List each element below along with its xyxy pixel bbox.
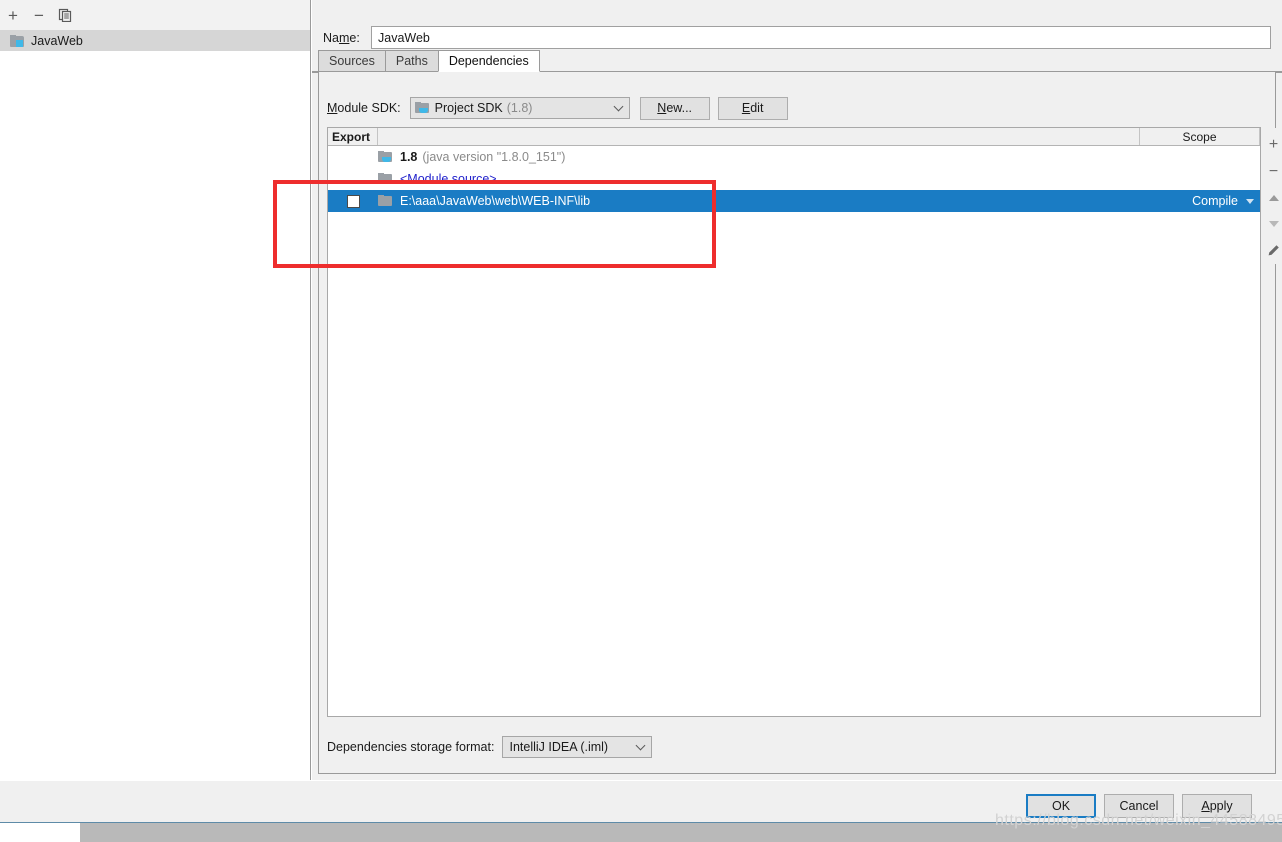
scope-value: Compile xyxy=(1192,194,1238,208)
export-checkbox[interactable] xyxy=(346,194,360,208)
modules-toolbar: + − xyxy=(0,0,310,30)
edit-dependency-button[interactable] xyxy=(1265,238,1282,264)
tab-sources[interactable]: Sources xyxy=(318,50,386,72)
modules-list: JavaWeb xyxy=(0,30,310,51)
pencil-icon xyxy=(1268,245,1279,256)
tab-dependencies[interactable]: Dependencies xyxy=(437,50,540,72)
module-name-input[interactable] xyxy=(371,26,1271,49)
dependency-name: <Module source> xyxy=(400,172,497,186)
dependency-name: 1.8 xyxy=(400,150,418,164)
new-sdk-button[interactable]: New... xyxy=(639,96,710,120)
dependencies-tab-content: Module SDK: Project SDK (1.8) New... Edi… xyxy=(318,72,1276,774)
table-row[interactable]: 1.8 (java version "1.8.0_151") xyxy=(328,146,1260,168)
dependency-name-cell: E:\aaa\JavaWeb\web\WEB-INF\lib xyxy=(378,194,1130,208)
column-header-name[interactable] xyxy=(378,128,1140,145)
tab-paths[interactable]: Paths xyxy=(384,50,439,72)
tabs-right-spacer xyxy=(538,50,1282,72)
sdk-folder-icon xyxy=(378,151,393,163)
add-module-button[interactable]: + xyxy=(0,2,26,28)
project-structure-dialog: + − JavaWeb Name: JavaWeb Sources Paths … xyxy=(0,0,1282,842)
sdk-folder-icon xyxy=(414,102,430,114)
table-row[interactable]: <Module source> xyxy=(328,168,1260,190)
chevron-down-icon xyxy=(636,740,646,751)
column-header-scope[interactable]: Scope xyxy=(1140,128,1260,145)
remove-dependency-button[interactable]: − xyxy=(1265,158,1282,184)
module-sdk-label: Module SDK: xyxy=(327,101,401,115)
module-list-item-javaweb[interactable]: JavaWeb xyxy=(0,30,310,51)
dependency-detail: (java version "1.8.0_151") xyxy=(422,150,566,164)
add-dependency-button[interactable]: + xyxy=(1265,132,1282,158)
module-tabs: Sources Paths Dependencies xyxy=(312,50,1282,73)
module-folder-icon xyxy=(10,34,25,47)
triangle-down-icon xyxy=(1268,221,1279,228)
move-down-button[interactable] xyxy=(1265,211,1282,237)
module-label: JavaWeb xyxy=(31,33,83,48)
storage-format-row: Dependencies storage format: IntelliJ ID… xyxy=(319,735,1277,759)
chevron-down-icon xyxy=(613,101,624,112)
storage-format-value: IntelliJ IDEA (.iml) xyxy=(509,740,609,754)
modules-panel: + − JavaWeb xyxy=(0,0,311,780)
watermark: https://blog.csdn.net/weixin_44588495 xyxy=(995,812,1282,829)
triangle-up-icon xyxy=(1268,195,1279,202)
module-sdk-combobox[interactable]: Project SDK (1.8) xyxy=(409,97,630,119)
column-header-export[interactable]: Export xyxy=(328,128,378,145)
module-sdk-version: (1.8) xyxy=(506,101,533,115)
name-label: Name: xyxy=(323,31,360,45)
dependencies-side-toolbar: + − xyxy=(1265,128,1282,264)
folder-icon xyxy=(378,173,393,185)
copy-module-button[interactable] xyxy=(52,2,78,28)
remove-module-button[interactable]: − xyxy=(26,2,52,28)
name-bar: Name: xyxy=(312,0,1282,57)
folder-icon xyxy=(378,195,393,207)
table-row[interactable]: E:\aaa\JavaWeb\web\WEB-INF\lib Compile xyxy=(328,190,1260,212)
dependency-name-cell: 1.8 (java version "1.8.0_151") xyxy=(378,150,1130,164)
export-checkbox-cell xyxy=(328,194,378,208)
module-editor-panel: Name: Sources Paths Dependencies Module … xyxy=(312,0,1282,780)
edit-sdk-button[interactable]: Edit xyxy=(717,96,788,120)
storage-format-combobox[interactable]: IntelliJ IDEA (.iml) xyxy=(502,736,653,758)
dependency-scope-cell[interactable]: Compile xyxy=(1130,194,1260,208)
dependencies-table: Export Scope 1.8 (java version "1.8.0_15… xyxy=(327,127,1261,717)
dependency-name-cell: <Module source> xyxy=(378,172,1130,186)
dependencies-table-body: 1.8 (java version "1.8.0_151") <Module s… xyxy=(328,146,1260,716)
storage-format-label: Dependencies storage format: xyxy=(327,740,495,754)
move-up-button[interactable] xyxy=(1265,185,1282,211)
module-sdk-value: Project SDK xyxy=(434,101,503,115)
chevron-down-icon xyxy=(1246,198,1254,204)
dependencies-table-header: Export Scope xyxy=(328,128,1260,146)
module-sdk-row: Module SDK: Project SDK (1.8) New... Edi… xyxy=(319,96,1277,120)
dependency-name: E:\aaa\JavaWeb\web\WEB-INF\lib xyxy=(400,194,591,208)
